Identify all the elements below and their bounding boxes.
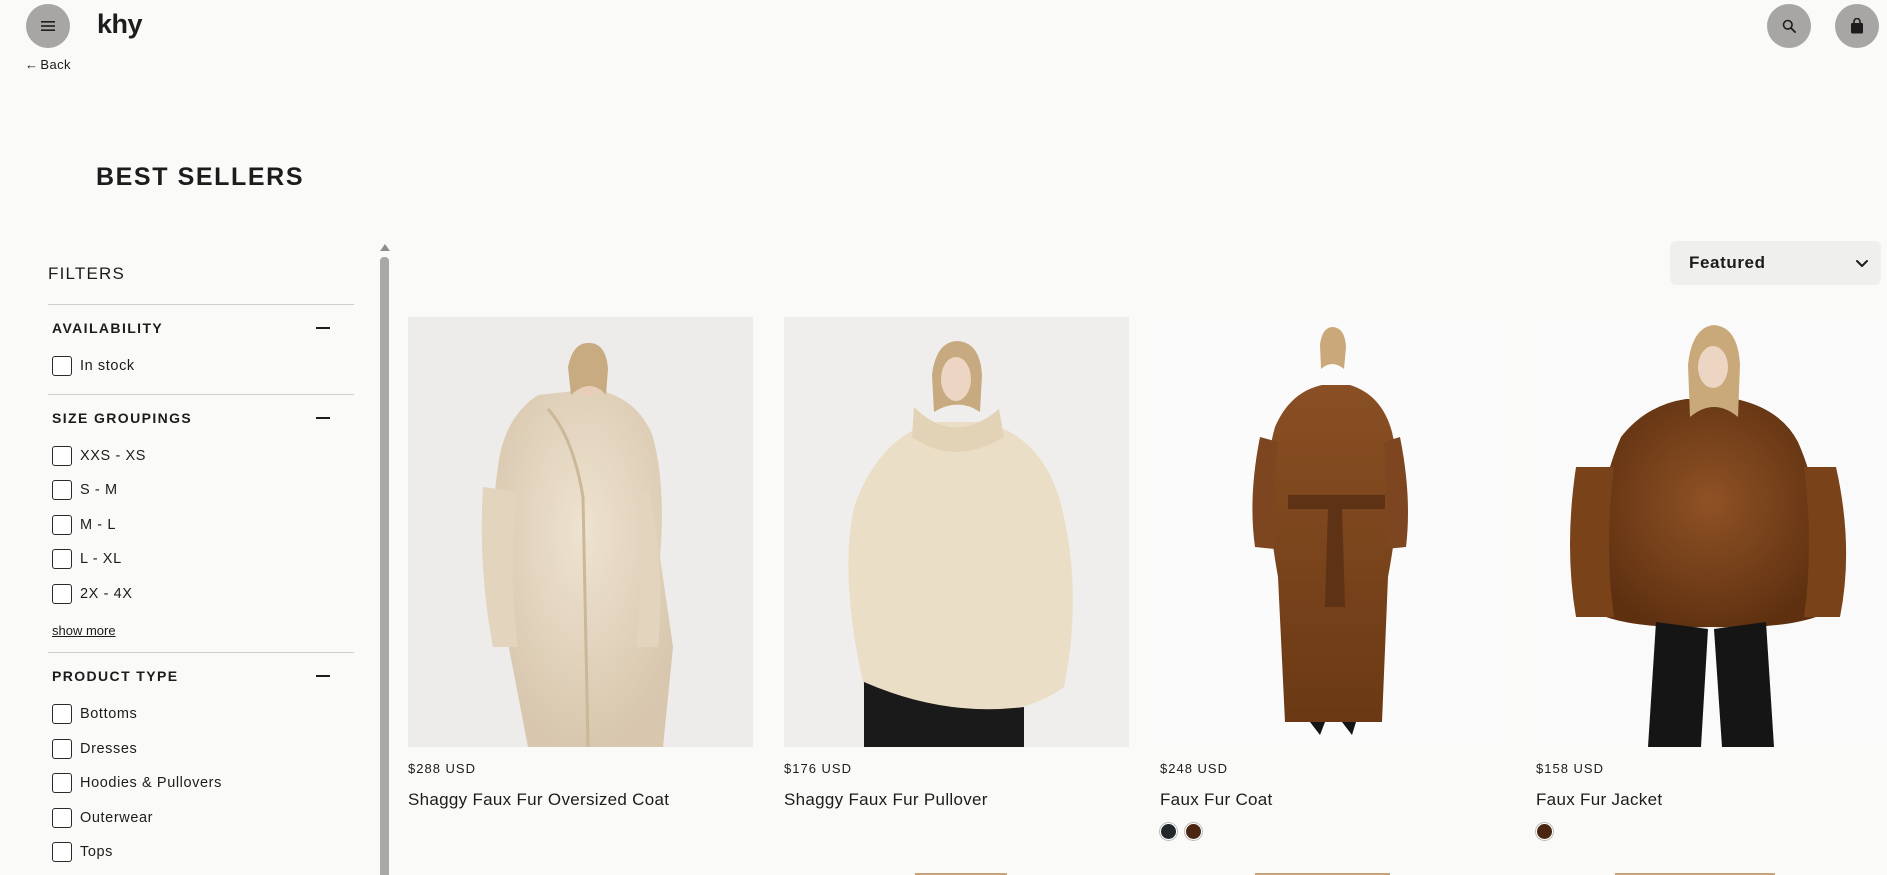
option-label: Tops xyxy=(80,844,114,861)
filter-option-2x-4x[interactable]: 2X - 4X xyxy=(52,577,350,612)
checkbox[interactable] xyxy=(52,356,72,377)
product-price: $158 USD xyxy=(1536,761,1604,776)
option-label: L - XL xyxy=(80,551,122,568)
checkbox[interactable] xyxy=(52,738,72,759)
option-label: Hoodies & Pullovers xyxy=(80,775,222,792)
checkbox[interactable] xyxy=(52,480,72,501)
color-swatch-brown[interactable] xyxy=(1536,823,1553,840)
option-label: M - L xyxy=(80,516,117,533)
shopping-bag-icon xyxy=(1851,18,1863,34)
product-card[interactable]: $248 USD Faux Fur Coat xyxy=(1160,317,1505,840)
color-swatch-brown[interactable] xyxy=(1185,823,1202,840)
filter-group-title: AVAILABILITY xyxy=(52,320,164,336)
checkbox[interactable] xyxy=(52,445,72,466)
search-button[interactable] xyxy=(1767,4,1811,48)
filters-sidebar: FILTERS AVAILABILITY In stock SIZE GROUP… xyxy=(48,264,354,870)
product-name[interactable]: Shaggy Faux Fur Pullover xyxy=(784,790,988,810)
checkbox[interactable] xyxy=(52,514,72,535)
filters-heading: FILTERS xyxy=(48,264,126,283)
page-title: BEST SELLERS xyxy=(96,163,305,191)
filter-group-title: SIZE GROUPINGS xyxy=(52,409,193,426)
filter-option-xxs-xs[interactable]: XXS - XS xyxy=(52,439,350,474)
product-card[interactable]: $158 USD Faux Fur Jacket xyxy=(1536,317,1881,840)
sort-selected-label: Featured xyxy=(1689,253,1766,272)
color-swatches xyxy=(1536,823,1553,840)
filter-option-outerwear[interactable]: Outerwear xyxy=(52,801,350,836)
filter-group-product-type: PRODUCT TYPE Bottoms Dresses Hoodies & P… xyxy=(48,652,354,870)
product-price: $248 USD xyxy=(1160,761,1228,776)
option-label: XXS - XS xyxy=(80,447,147,464)
option-label: Bottoms xyxy=(80,706,138,723)
option-label: Dresses xyxy=(80,740,138,757)
product-name[interactable]: Faux Fur Jacket xyxy=(1536,790,1662,810)
checkbox[interactable] xyxy=(52,704,72,725)
filter-option-in-stock[interactable]: In stock xyxy=(52,349,350,384)
filter-option-tops[interactable]: Tops xyxy=(52,835,350,870)
product-image[interactable] xyxy=(408,317,753,747)
scroll-up-arrow-icon[interactable] xyxy=(380,244,390,251)
back-link[interactable]: ← Back xyxy=(25,57,71,72)
product-image[interactable] xyxy=(1536,317,1881,747)
filter-group-size-groupings: SIZE GROUPINGS XXS - XS S - M M - L L - … xyxy=(48,393,354,653)
hamburger-menu-icon xyxy=(41,21,55,31)
filter-group-availability: AVAILABILITY In stock xyxy=(48,304,354,394)
filter-option-dresses[interactable]: Dresses xyxy=(52,732,350,767)
filter-option-s-m[interactable]: S - M xyxy=(52,473,350,508)
filter-option-m-l[interactable]: M - L xyxy=(52,508,350,543)
product-card[interactable]: $176 USD Shaggy Faux Fur Pullover xyxy=(784,317,1129,809)
top-bar: khy ← Back xyxy=(0,0,1887,72)
option-label: S - M xyxy=(80,482,118,499)
color-swatch-black[interactable] xyxy=(1160,823,1177,840)
filter-group-title: PRODUCT TYPE xyxy=(52,668,179,684)
menu-button[interactable] xyxy=(26,4,70,48)
filter-group-header-size-groupings[interactable]: SIZE GROUPINGS xyxy=(52,395,350,439)
checkbox[interactable] xyxy=(52,842,72,863)
brand-logo[interactable]: khy xyxy=(97,9,143,40)
back-label: Back xyxy=(40,57,71,72)
checkbox[interactable] xyxy=(52,583,72,604)
sort-select[interactable]: Featured xyxy=(1670,241,1881,285)
product-name[interactable]: Faux Fur Coat xyxy=(1160,790,1273,810)
option-label: Outerwear xyxy=(80,809,154,826)
filter-option-hoodies-pullovers[interactable]: Hoodies & Pullovers xyxy=(52,766,350,801)
option-label: 2X - 4X xyxy=(80,585,133,602)
checkbox[interactable] xyxy=(52,773,72,794)
checkbox[interactable] xyxy=(52,807,72,828)
product-name[interactable]: Shaggy Faux Fur Oversized Coat xyxy=(408,790,669,810)
search-icon xyxy=(1782,19,1796,33)
product-image[interactable] xyxy=(1160,317,1505,747)
collapse-minus-icon[interactable] xyxy=(316,675,330,677)
collapse-minus-icon[interactable] xyxy=(316,327,330,329)
cart-button[interactable] xyxy=(1835,4,1879,48)
filter-group-header-availability[interactable]: AVAILABILITY xyxy=(52,305,350,349)
filters-scrollbar[interactable] xyxy=(380,244,390,875)
product-image[interactable] xyxy=(784,317,1129,747)
product-price: $176 USD xyxy=(784,761,852,776)
filter-option-bottoms[interactable]: Bottoms xyxy=(52,697,350,732)
product-price: $288 USD xyxy=(408,761,476,776)
collapse-minus-icon[interactable] xyxy=(316,416,330,419)
chevron-down-icon xyxy=(1856,259,1868,267)
option-label: In stock xyxy=(80,358,135,375)
color-swatches xyxy=(1160,823,1202,840)
product-card[interactable]: $288 USD Shaggy Faux Fur Oversized Coat xyxy=(408,317,753,809)
filter-group-header-product-type[interactable]: PRODUCT TYPE xyxy=(52,653,350,697)
filter-option-l-xl[interactable]: L - XL xyxy=(52,542,350,577)
scrollbar-thumb[interactable] xyxy=(380,257,389,875)
show-more-link[interactable]: show more xyxy=(52,611,350,652)
checkbox[interactable] xyxy=(52,549,72,570)
arrow-left-icon: ← xyxy=(25,57,39,72)
